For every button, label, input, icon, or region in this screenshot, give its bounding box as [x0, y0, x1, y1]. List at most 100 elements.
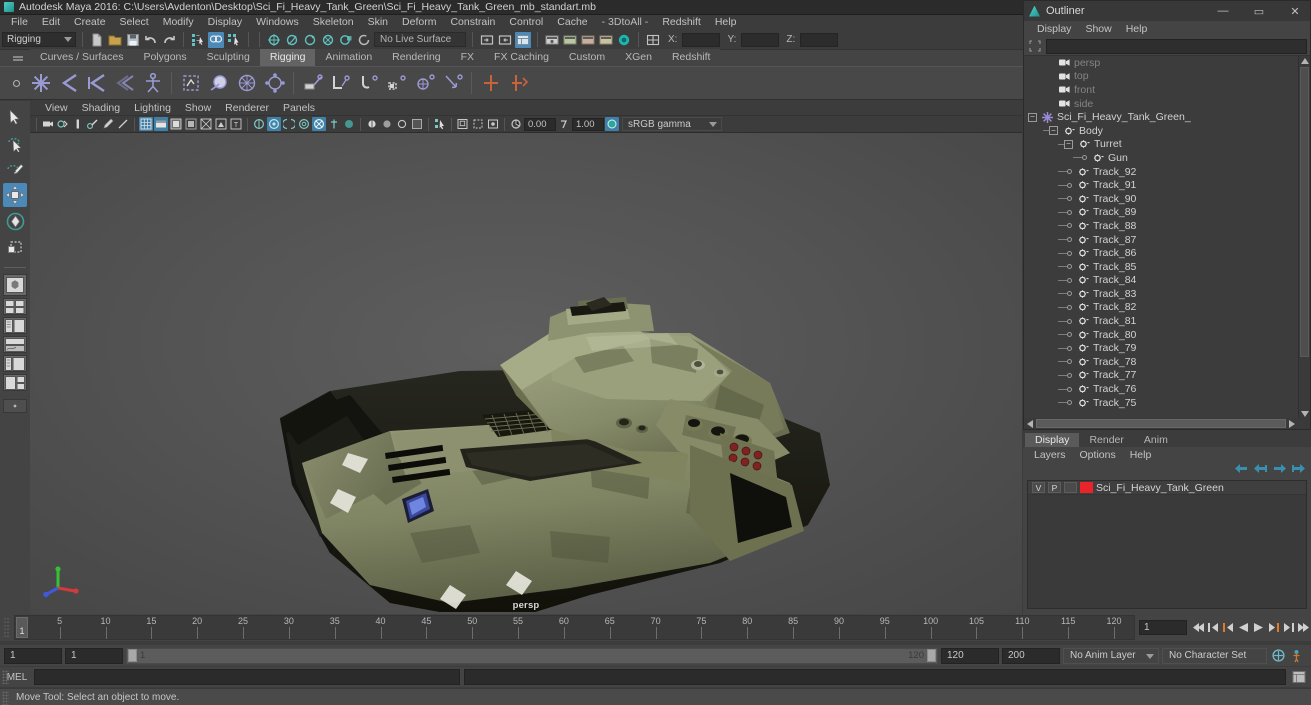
outliner-tree[interactable]: persp top front side − Sci_Fi_Heavy_Tank_Gree…	[1024, 55, 1310, 429]
move-layer-to-top-button[interactable]	[1273, 463, 1286, 477]
outliner-item[interactable]: − Body	[1024, 124, 1298, 138]
select-hierarchy-button[interactable]	[190, 32, 206, 48]
snap-to-view-plane-button[interactable]	[338, 32, 354, 48]
shadows-icon[interactable]	[214, 117, 228, 131]
outliner-item[interactable]: − Sci_Fi_Heavy_Tank_Green_	[1024, 110, 1298, 124]
outliner-item[interactable]: Track_79	[1024, 341, 1298, 355]
scroll-right-icon[interactable]	[1286, 419, 1298, 428]
coord-x-input[interactable]	[682, 32, 721, 47]
viewport-menu-view[interactable]: View	[38, 101, 75, 115]
shelf-aim-constraint-icon[interactable]	[411, 70, 438, 97]
hypershade-button[interactable]	[616, 32, 632, 48]
hud-toggle-icon[interactable]	[456, 117, 470, 131]
command-input[interactable]	[34, 669, 460, 685]
grab-viewport-icon[interactable]	[486, 117, 500, 131]
layout-four-view-button[interactable]	[3, 298, 27, 315]
time-slider-track[interactable]: 1 5 10 15 20 25 30 35 40 45 50 55 60 65 70 75 80 85 90 95 1…	[14, 615, 1135, 640]
move-layer-down-button[interactable]	[1254, 463, 1267, 477]
shelf-tab-sculpting[interactable]: Sculpting	[196, 49, 260, 66]
layout-persp-outliner-button[interactable]	[3, 374, 27, 391]
range-slider-bar[interactable]: 1 120	[126, 647, 938, 664]
screen-space-ao-icon[interactable]: T	[229, 117, 243, 131]
shelf-interactive-bind-icon[interactable]	[205, 70, 232, 97]
motion-blur-icon[interactable]	[252, 117, 266, 131]
command-line-grip[interactable]	[2, 670, 9, 684]
expand-collapse-toggle[interactable]: −	[1049, 126, 1058, 136]
go-to-start-button[interactable]	[1191, 619, 1206, 636]
menu-skin[interactable]: Skin	[361, 15, 395, 30]
shelf-create-joint-icon[interactable]	[27, 70, 54, 97]
search-filter-icon[interactable]	[1027, 39, 1043, 54]
shelf-lattice-icon[interactable]	[233, 70, 260, 97]
shelf-tab-custom[interactable]: Custom	[558, 49, 616, 66]
irpr-render-button[interactable]	[562, 32, 578, 48]
time-slider-grip[interactable]	[0, 614, 14, 641]
outliner-search-input[interactable]	[1046, 38, 1307, 54]
shelf-mirror-skin-weights-icon[interactable]	[505, 70, 532, 97]
paint-select-tool[interactable]	[3, 157, 27, 181]
shelf-tab-curves-surfaces[interactable]: Curves / Surfaces	[30, 49, 134, 66]
current-time-field[interactable]: 1	[1139, 620, 1187, 635]
color-management-dropdown[interactable]: sRGB gamma	[622, 117, 722, 131]
outliner-item[interactable]: front	[1024, 83, 1298, 97]
multisample-aa-icon[interactable]	[267, 117, 281, 131]
layer-editor-tab-display[interactable]: Display	[1025, 433, 1080, 447]
shelf-orient-constraint-icon[interactable]	[355, 70, 382, 97]
xray-display-icon[interactable]	[312, 117, 326, 131]
shelf-parent-constraint-icon[interactable]	[299, 70, 326, 97]
shelf-tab-redshift[interactable]: Redshift	[661, 49, 721, 66]
shelf-tab-animation[interactable]: Animation	[315, 49, 383, 66]
select-component-button[interactable]	[226, 32, 242, 48]
menu-display[interactable]: Display	[201, 15, 249, 30]
menu-edit[interactable]: Edit	[35, 15, 67, 30]
outliner-item[interactable]: Track_82	[1024, 301, 1298, 315]
outliner-vertical-scrollbar[interactable]	[1298, 56, 1310, 419]
outliner-item[interactable]: Track_80	[1024, 328, 1298, 342]
menu-help[interactable]: Help	[708, 15, 744, 30]
gamma-icon[interactable]	[557, 117, 571, 131]
bookmark-icon[interactable]	[56, 117, 70, 131]
lasso-tool[interactable]	[3, 131, 27, 155]
shade-wireframe-icon[interactable]	[169, 117, 183, 131]
shelf-options-icon[interactable]	[8, 70, 24, 97]
step-back-key-button[interactable]	[1206, 619, 1221, 636]
exposure-toggle-icon[interactable]	[365, 117, 379, 131]
viewport-menu-show[interactable]: Show	[178, 101, 218, 115]
two-d-pan-zoom-icon[interactable]	[86, 117, 100, 131]
layout-persp-graph-button[interactable]	[3, 336, 27, 353]
outliner-item[interactable]: Track_92	[1024, 165, 1298, 179]
menu-modify[interactable]: Modify	[156, 15, 201, 30]
layer-editor-menubar[interactable]: Layers Options Help	[1023, 447, 1311, 462]
close-button[interactable]: ✕	[1280, 1, 1310, 21]
outliner-item[interactable]: top	[1024, 70, 1298, 84]
shelf-pole-vector-icon[interactable]	[439, 70, 466, 97]
make-live-button[interactable]	[356, 32, 372, 48]
range-end-grip[interactable]	[927, 649, 936, 662]
render-sequence-button[interactable]	[580, 32, 596, 48]
scroll-left-icon[interactable]	[1024, 419, 1036, 428]
viewport-3d-canvas[interactable]: persp	[30, 133, 1022, 614]
layer-row[interactable]: V P Sci_Fi_Heavy_Tank_Green	[1028, 481, 1306, 495]
layer-menu-options[interactable]: Options	[1073, 448, 1123, 462]
step-forward-frame-button[interactable]	[1266, 619, 1281, 636]
select-tool[interactable]	[3, 105, 27, 129]
outliner-item[interactable]: persp	[1024, 56, 1298, 70]
outliner-item[interactable]: Track_75	[1024, 396, 1298, 410]
shelf-cluster-icon[interactable]	[261, 70, 288, 97]
menu-create[interactable]: Create	[67, 15, 113, 30]
image-plane-icon[interactable]	[71, 117, 85, 131]
menu-select[interactable]: Select	[113, 15, 156, 30]
select-object-button[interactable]	[208, 31, 224, 48]
outliner-item[interactable]: Gun	[1024, 151, 1298, 165]
layer-type-toggle[interactable]	[1064, 482, 1077, 493]
layer-visibility-toggle[interactable]: V	[1032, 482, 1045, 493]
menu-skeleton[interactable]: Skeleton	[306, 15, 361, 30]
maximize-button[interactable]: ▭	[1244, 1, 1274, 21]
isolate-select-icon[interactable]	[297, 117, 311, 131]
step-forward-key-button[interactable]	[1281, 619, 1296, 636]
menu-constrain[interactable]: Constrain	[443, 15, 502, 30]
outliner-hscroll-thumb[interactable]	[1036, 419, 1286, 428]
outliner-item[interactable]: Track_87	[1024, 233, 1298, 247]
menu-deform[interactable]: Deform	[395, 15, 443, 30]
animation-start-time-field[interactable]: 1	[4, 647, 62, 664]
